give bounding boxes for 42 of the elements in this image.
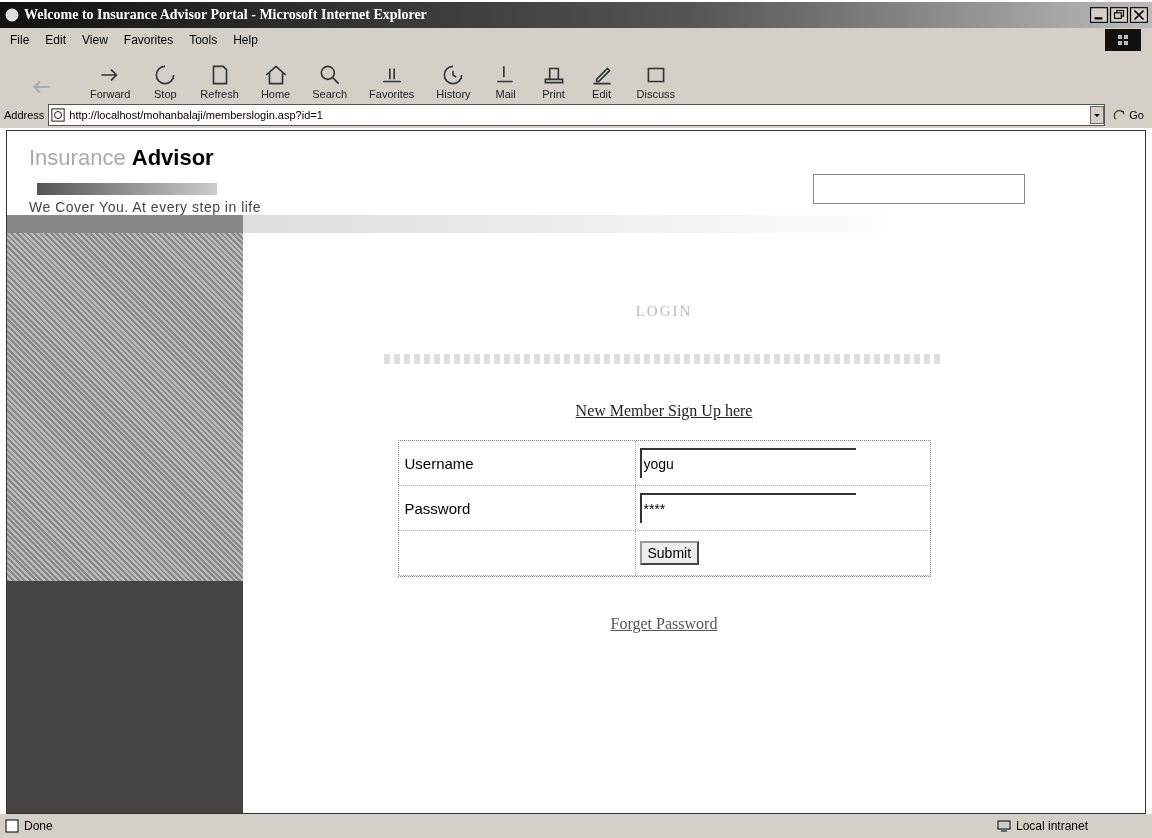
toolbar-button[interactable]: Search <box>304 62 356 100</box>
toolbar-button[interactable]: Print <box>532 62 575 100</box>
page-icon <box>4 818 20 834</box>
menu-item[interactable]: Favorites <box>123 33 174 47</box>
browser-icon <box>4 7 20 23</box>
toolbar-button[interactable]: History <box>428 62 479 100</box>
menu-item[interactable]: Tools <box>189 33 218 47</box>
tagline: We Cover You. At every step in life <box>29 199 263 215</box>
menu-item[interactable]: Help <box>233 33 258 47</box>
windows-logo-icon <box>1104 29 1142 51</box>
input-field[interactable]: yogu <box>639 448 856 478</box>
zone-text: Local intranet <box>1015 819 1088 833</box>
toolbar-button[interactable]: Discuss <box>628 62 684 100</box>
toolbar-button[interactable]: Refresh <box>192 62 247 100</box>
restore-icon[interactable] <box>1110 7 1128 23</box>
status-text: Done <box>24 819 53 833</box>
menu-item[interactable]: Edit <box>45 33 67 47</box>
address-label: Address <box>4 109 45 121</box>
network-icon <box>995 818 1012 834</box>
toolbar-button[interactable]: Forward <box>82 62 139 100</box>
window-title: Welcome to Insurance Advisor Portal - Microsoft Internet Explorer <box>24 7 428 23</box>
submit-button[interactable]: Submit <box>639 541 700 565</box>
close-icon[interactable] <box>1130 7 1148 23</box>
toolbar-button[interactable]: Favorites <box>361 62 423 100</box>
forgot-password-link[interactable]: Forget Password <box>610 615 718 633</box>
toolbar-button[interactable]: Edit <box>580 62 623 100</box>
minimize-icon[interactable] <box>1090 7 1108 23</box>
toolbar-button[interactable]: Stop <box>144 62 187 100</box>
toolbar-button[interactable]: Mail <box>484 62 527 100</box>
toolbar-button[interactable]: Home <box>252 62 299 100</box>
page-icon <box>51 108 66 122</box>
menu-item[interactable]: File <box>10 33 30 47</box>
signup-link[interactable]: New Member Sign Up here <box>575 402 753 420</box>
field-label: Password <box>398 486 636 530</box>
dropdown-icon[interactable] <box>1090 106 1105 124</box>
go-button[interactable]: Go <box>1109 108 1148 122</box>
field-label: Username <box>398 441 636 485</box>
menu-item[interactable]: View <box>82 33 108 47</box>
input-field[interactable]: **** <box>639 493 856 523</box>
address-field[interactable]: http://localhost/mohanbalaji/memberslogin.asp?id=1 <box>48 104 1106 126</box>
site-title: Insurance Advisor <box>29 145 214 171</box>
login-heading: LOGIN <box>635 303 693 320</box>
